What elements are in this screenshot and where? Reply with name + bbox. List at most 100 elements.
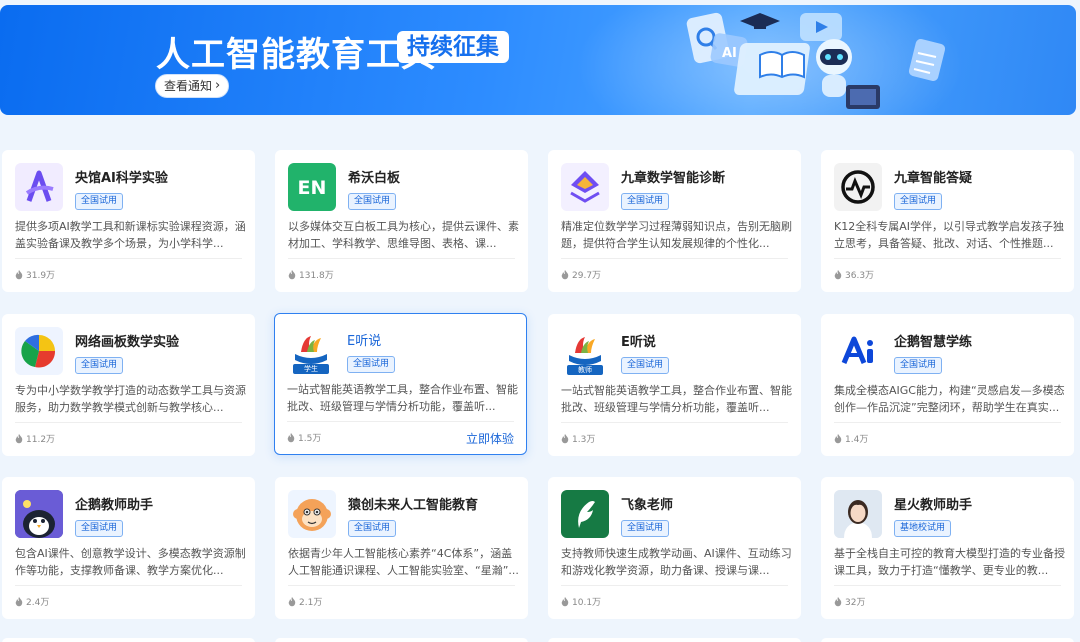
card-description: 一站式智能英语教学工具，整合作业布置、智能批改、班级管理与学情分析功能，覆盖听.… [287, 383, 518, 413]
heat-count: 36.3万 [834, 268, 874, 281]
status-badge: 全国试用 [75, 520, 124, 537]
try-now-link[interactable]: 立即体验 [466, 430, 514, 447]
divider [15, 258, 242, 259]
tool-card[interactable]: 星火教师助手 基地校试用 基于全栈自主可控的教育大模型打造的专业备授课工具，致力… [821, 477, 1074, 619]
heat-value: 1.3万 [572, 435, 596, 445]
tool-card[interactable]: 飞象老师 全国试用 支持教师快速生成教学动画、AI课件、互动练习和游戏化教学资源… [548, 477, 801, 619]
view-notice-button[interactable]: 查看通知 › [155, 74, 230, 98]
flame-icon [15, 596, 23, 606]
status-badge: 全国试用 [621, 520, 670, 537]
status-badge: 全国试用 [348, 193, 397, 210]
svg-text:EN: EN [298, 177, 327, 199]
wave-logo-icon [834, 163, 882, 211]
card-description: 基于全栈自主可控的教育大模型打造的专业备授课工具，致力于打造“懂教学、更专业的教… [834, 547, 1065, 577]
flame-icon [287, 432, 295, 442]
flame-icon [561, 269, 569, 279]
ear-teacher-logo-icon: 教师 [561, 327, 609, 375]
tool-card[interactable] [275, 638, 528, 642]
heat-count: 11.2万 [15, 432, 55, 445]
card-description: 提供多项AI教学工具和新课标实验课程资源，涵盖实验备课及教学多个场景，为小学科学… [15, 220, 246, 250]
hero-banner[interactable]: 人工智能教育工具 持续征集 查看通知 › AI [0, 5, 1076, 115]
card-title: 网络画板数学实验 [75, 335, 180, 350]
tool-card[interactable]: 学生 E听说 全国试用 一站式智能英语教学工具，整合作业布置、智能批改、班级管理… [274, 313, 527, 455]
divider [834, 258, 1061, 259]
heat-value: 2.1万 [299, 598, 323, 608]
card-title: 猿创未来人工智能教育 [348, 498, 479, 513]
heat-count: 131.8万 [288, 268, 334, 281]
divider [561, 422, 788, 423]
divider [561, 585, 788, 586]
heat-value: 131.8万 [299, 271, 334, 281]
heat-value: 10.1万 [572, 598, 602, 608]
logo-caption: 学生 [293, 364, 329, 374]
heat-count: 1.4万 [834, 432, 868, 445]
card-description: 包含AI课件、创意教学设计、多模态教学资源制作等功能，支撑教师备课、教学方案优化… [15, 547, 246, 577]
heat-count: 29.7万 [561, 268, 601, 281]
ai-education-illustration: AI [686, 12, 946, 109]
heat-count: 2.1万 [288, 595, 322, 608]
heat-value: 36.3万 [845, 271, 875, 281]
logo-caption: 教师 [567, 365, 603, 375]
divider [834, 422, 1061, 423]
penguin-logo-icon [15, 490, 63, 538]
banner-title: 人工智能教育工具 [156, 35, 436, 75]
tool-card[interactable] [548, 638, 801, 642]
heat-value: 1.4万 [845, 435, 869, 445]
card-title: 飞象老师 [621, 498, 674, 513]
tool-card[interactable]: 九章数学智能诊断 全国试用 精准定位数学学习过程薄弱知识点，告别无脑刷题，提供符… [548, 150, 801, 292]
tool-card[interactable]: 网络画板数学实验 全国试用 专为中小学数学教学打造的动态数学工具与资源服务，助力… [2, 314, 255, 456]
card-description: 集成全模态AIGC能力，构建“灵感启发—多模态创作—作品沉淀”完整闭环，帮助学生… [834, 384, 1065, 414]
tool-card[interactable]: EN 希沃白板 全国试用 以多媒体交互白板工具为核心，提供云课件、素材加工、学科… [275, 150, 528, 292]
status-badge: 全国试用 [75, 357, 124, 374]
card-description: 依据青少年人工智能核心素养“4C体系”，涵盖人工智能通识课程、人工智能实验室、“… [288, 547, 519, 577]
pie-logo-icon [15, 327, 63, 375]
card-description: 一站式智能英语教学工具，整合作业布置、智能批改、班级管理与学情分析功能，覆盖听.… [561, 384, 792, 414]
card-title: E听说 [621, 335, 656, 350]
heat-value: 32万 [845, 598, 866, 608]
status-badge: 全国试用 [75, 193, 124, 210]
ai-logo-icon [834, 327, 882, 375]
card-description: 精准定位数学学习过程薄弱知识点，告别无脑刷题，提供符合学生认知发展规律的个性化.… [561, 220, 792, 250]
ear-student-logo-icon: 学生 [287, 326, 335, 374]
card-title: 企鹅智慧学练 [894, 335, 973, 350]
heat-count: 2.4万 [15, 595, 49, 608]
card-title: 九章智能答疑 [894, 171, 973, 186]
tool-card[interactable] [2, 638, 255, 642]
card-title: 央馆AI科学实验 [75, 171, 168, 186]
divider [15, 585, 242, 586]
status-badge: 全国试用 [347, 356, 396, 373]
tool-card[interactable] [821, 638, 1074, 642]
heat-value: 2.4万 [26, 598, 50, 608]
tool-card[interactable]: 猿创未来人工智能教育 全国试用 依据青少年人工智能核心素养“4C体系”，涵盖人工… [275, 477, 528, 619]
flame-icon [561, 596, 569, 606]
tool-card[interactable]: 教师 E听说 全国试用 一站式智能英语教学工具，整合作业布置、智能批改、班级管理… [548, 314, 801, 456]
status-badge: 全国试用 [621, 193, 670, 210]
heat-value: 1.5万 [298, 434, 322, 444]
heat-count: 10.1万 [561, 595, 601, 608]
view-notice-label: 查看通知 [164, 79, 213, 93]
diamond-logo-icon [561, 163, 609, 211]
tool-card[interactable]: 企鹅教师助手 全国试用 包含AI课件、创意教学设计、多模态教学资源制作等功能，支… [2, 477, 255, 619]
divider [834, 585, 1061, 586]
heat-value: 31.9万 [26, 271, 56, 281]
card-title: E听说 [347, 334, 382, 349]
heat-value: 11.2万 [26, 435, 56, 445]
flame-icon [834, 269, 842, 279]
flame-icon [15, 269, 23, 279]
status-badge: 基地校试用 [894, 520, 952, 537]
divider [288, 585, 515, 586]
status-badge: 全国试用 [348, 520, 397, 537]
card-description: 支持教师快速生成教学动画、AI课件、互动练习和游戏化教学资源，助力备课、授课与课… [561, 547, 792, 577]
chevron-right-icon: › [215, 78, 221, 93]
avatar-logo-icon [834, 490, 882, 538]
tool-card[interactable]: 央馆AI科学实验 全国试用 提供多项AI教学工具和新课标实验课程资源，涵盖实验备… [2, 150, 255, 292]
flame-icon [834, 433, 842, 443]
divider [287, 421, 514, 422]
status-badge: 全国试用 [894, 193, 943, 210]
flame-icon [288, 269, 296, 279]
tool-card[interactable]: 企鹅智慧学练 全国试用 集成全模态AIGC能力，构建“灵感启发—多模态创作—作品… [821, 314, 1074, 456]
card-title: 企鹅教师助手 [75, 498, 154, 513]
flame-icon [561, 433, 569, 443]
svg-text:AI: AI [722, 46, 737, 61]
tool-card[interactable]: 九章智能答疑 全国试用 K12全科专属AI学伴，以引导式教学启发孩子独立思考，具… [821, 150, 1074, 292]
